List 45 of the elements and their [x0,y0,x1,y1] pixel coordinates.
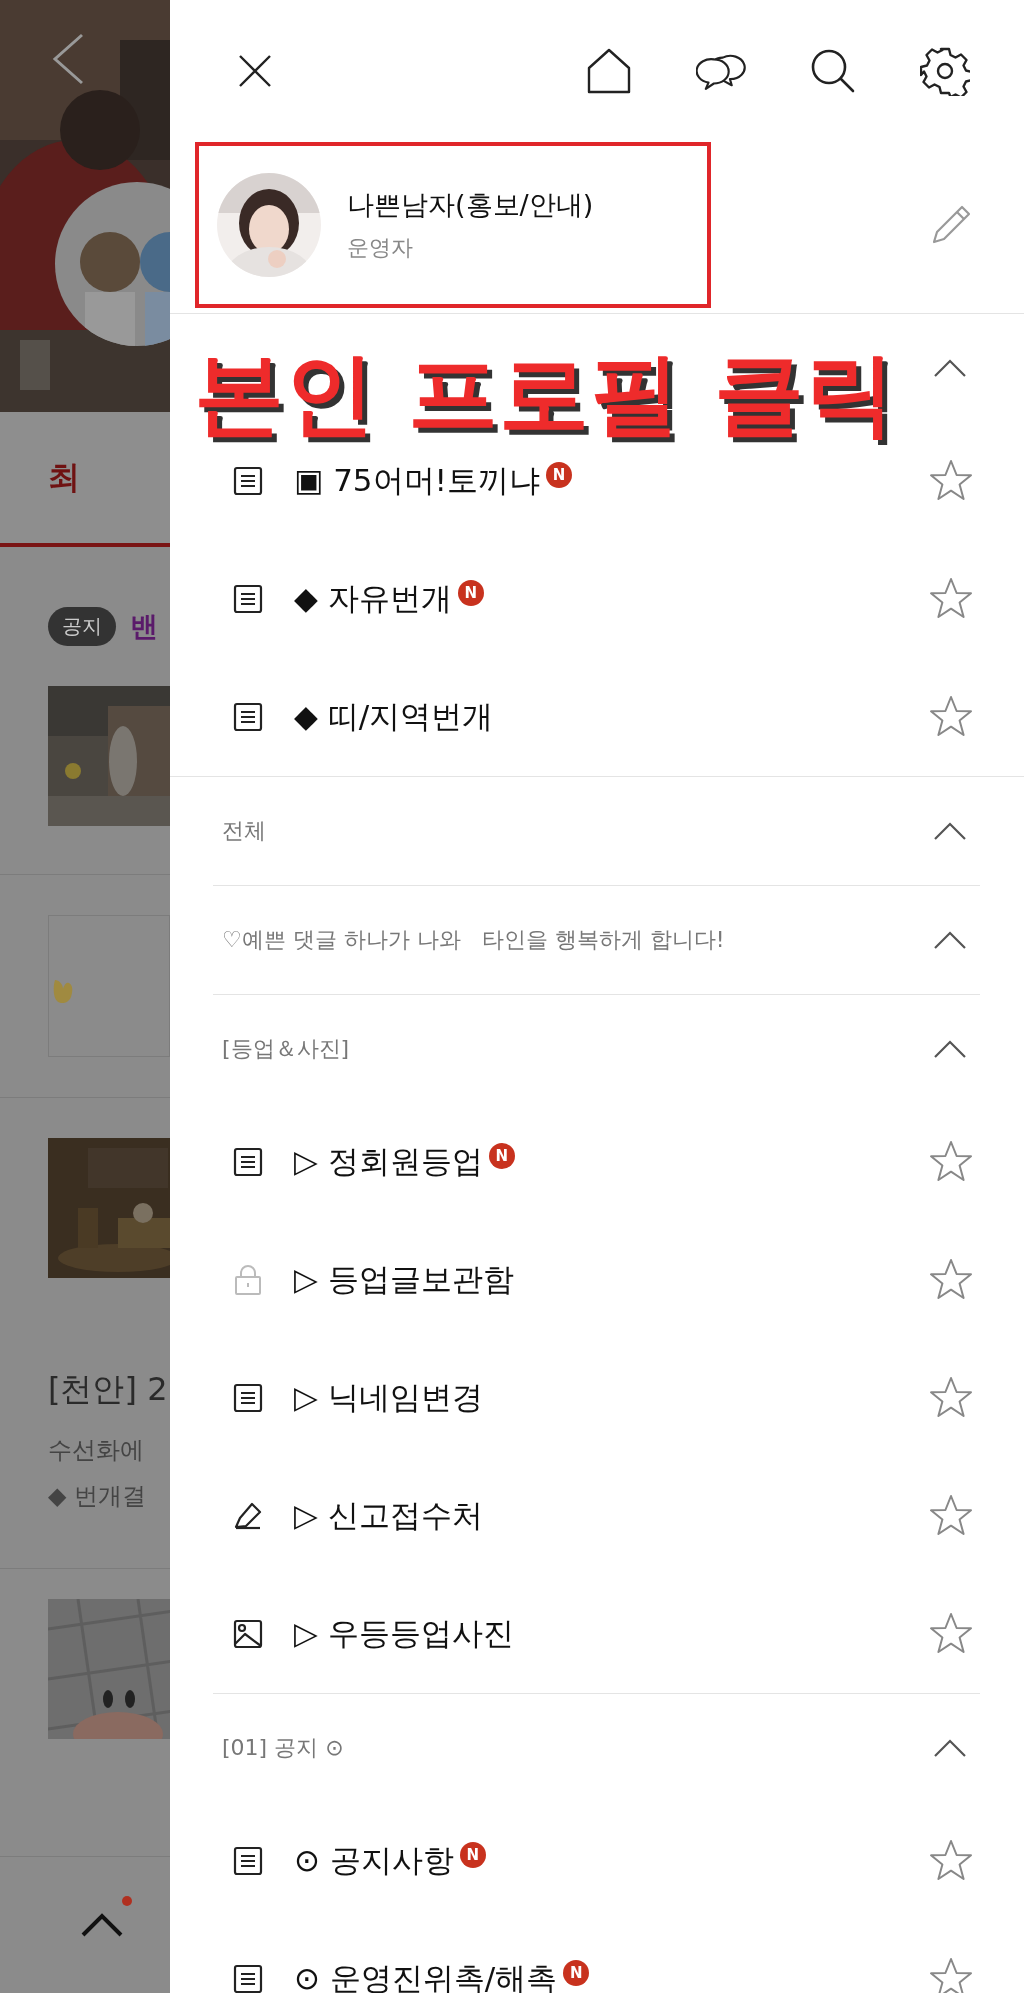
annotation-caption: 본인 프로필 클릭 [194,340,896,448]
lock-icon [232,1264,264,1296]
board-link[interactable]: ▷ 우등등업사진 [294,1613,514,1655]
board-link[interactable]: ▷ 신고접수처 [294,1495,483,1537]
chevron-up-icon[interactable] [932,357,968,379]
document-icon [232,701,264,733]
star-icon[interactable] [928,1956,974,1993]
section-title: [등업＆사진] [222,1035,351,1063]
document-icon [232,583,264,615]
new-badge: N [563,1960,590,1986]
profile-card[interactable]: 나쁜남자(홍보/안내) 운영자 [195,142,711,308]
post-meta: ◆ 번개결 [48,1481,148,1512]
board-link[interactable]: ◆ 띠/지역번개 [294,696,494,738]
new-badge: N [546,462,573,488]
document-icon [232,465,264,497]
document-icon [232,1963,264,1993]
chevron-up-icon[interactable] [932,820,968,842]
profile-name: 나쁜남자(홍보/안내) [347,188,594,222]
section-title: ♡예쁜 댓글 하나가 나와 타인을 행복하게 합니다! [222,926,726,954]
board-link[interactable]: ▷ 닉네임변경 [294,1377,483,1419]
new-badge: N [457,580,484,606]
document-icon [232,1845,264,1877]
new-badge: N [488,1143,515,1169]
board-link[interactable]: ⊙ 공지사항 [294,1840,454,1882]
section-title: [01] 공지 ⊙ [222,1734,345,1762]
notice-badge: 공지 [48,607,116,646]
profile-role: 운영자 [347,234,414,262]
board-link[interactable]: ▷ 등업글보관함 [294,1259,514,1301]
board-link[interactable]: ⊙ 운영진위촉/해촉 [294,1958,558,1993]
board-link[interactable]: ▣ 75어머!토끼냐 [294,460,541,502]
pencil-icon [232,1500,264,1532]
section-title: 전체 [222,817,267,845]
document-icon [232,1146,264,1178]
tab-label[interactable]: 최 [48,455,80,500]
new-badge: N [459,1842,486,1868]
document-icon [232,1382,264,1414]
image-icon [232,1618,264,1650]
board-link[interactable]: ◆ 자유번개 [294,578,452,620]
settings-icon[interactable] [920,46,970,96]
chevron-up-icon[interactable] [932,1737,968,1759]
board-link[interactable]: ▷ 정회원등업 [294,1141,483,1183]
post-title[interactable]: [천안] 2 [48,1368,170,1412]
chevron-up-icon[interactable] [932,1038,968,1060]
post-excerpt: 수선화에 [48,1435,145,1466]
chevron-up-icon[interactable] [932,929,968,951]
